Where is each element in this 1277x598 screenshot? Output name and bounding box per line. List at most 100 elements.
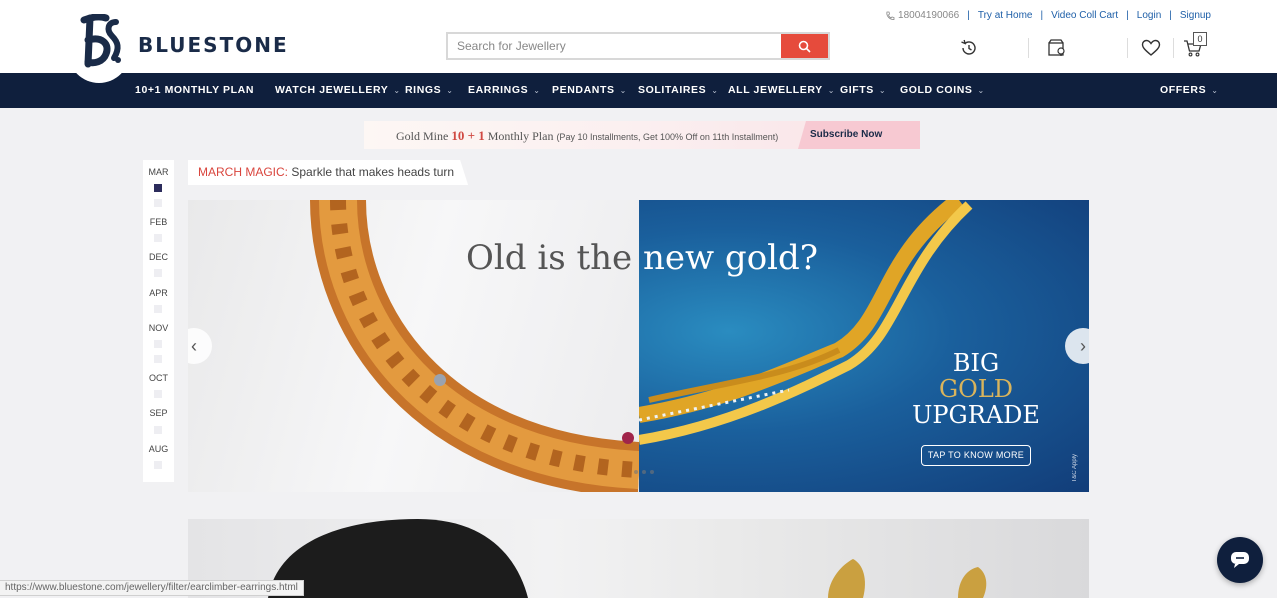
month-dot[interactable] [154,199,162,207]
month-dot[interactable] [154,234,162,242]
brand-logo[interactable] [68,10,130,83]
link-signup[interactable]: Signup [1180,10,1211,21]
promo-text: Gold Mine 10 + 1 Monthly Plan (Pay 10 In… [396,128,778,144]
month-dot[interactable] [154,269,162,277]
carousel-dot[interactable] [650,470,654,474]
nav-item-earrings[interactable]: EARRINGS ⌄ [468,73,541,108]
site-header: BLUESTONE 18004190066 | Try at Home | Vi… [0,0,1277,83]
chevron-down-icon: ⌄ [827,86,836,95]
divider [1127,38,1128,58]
chevron-down-icon: ⌄ [878,86,887,95]
nav-item-gold-coins[interactable]: GOLD COINS ⌄ [900,73,985,108]
headline-part-2: new gold? [643,238,819,278]
recently-viewed-button[interactable] [958,37,980,59]
month-dot-active[interactable] [154,184,162,192]
nav-item-solitaires[interactable]: SOLITAIRES ⌄ [638,73,719,108]
nav-label: ALL JEWELLERY [728,84,823,96]
link-try-at-home[interactable]: Try at Home [978,10,1033,21]
search-button[interactable] [781,34,828,58]
chevron-down-icon: ⌄ [1211,86,1219,95]
promo-highlight: 10 + 1 [451,128,485,143]
hero-banner[interactable]: Old is the new gold? BIG GOLD UPGRADE TA… [188,200,1089,492]
chevron-down-icon: ⌄ [533,86,541,95]
model-earrings-image [268,519,987,598]
wishlist-heart-icon [1141,39,1161,56]
month-label[interactable]: DEC [143,252,174,262]
store-locator-button[interactable] [1046,37,1068,59]
campaign-tagline: MARCH MAGIC: Sparkle that makes heads tu… [188,160,468,185]
divider: | [1126,10,1129,21]
search-bar [446,32,830,60]
nav-label: RINGS [405,84,442,96]
terms-note: T&C Apply [1072,454,1078,483]
nav-item-rings[interactable]: RINGS ⌄ [405,73,454,108]
subscribe-now-button[interactable]: Subscribe Now [798,121,920,149]
chat-support-button[interactable] [1217,537,1263,583]
store-locator-icon [1048,39,1065,56]
big-gold-upgrade-badge: BIG GOLD UPGRADE [908,350,1044,428]
chevron-left-icon: ‹ [191,335,197,356]
nav-item-pendants[interactable]: PENDANTS ⌄ [552,73,627,108]
phone-number: 18004190066 [898,10,960,21]
month-label[interactable]: APR [143,288,174,298]
month-dot[interactable] [154,340,162,348]
nav-label: 10+1 MONTHLY PLAN [135,84,255,96]
month-label[interactable]: AUG [143,444,174,454]
divider [1028,38,1029,58]
carousel-dot[interactable] [634,470,638,474]
divider: | [967,10,970,21]
month-label[interactable]: OCT [143,373,174,383]
chevron-down-icon: ⌄ [619,86,627,95]
monthly-plan-promo[interactable]: Gold Mine 10 + 1 Monthly Plan (Pay 10 In… [364,121,920,149]
secondary-banner[interactable] [188,519,1089,598]
phone-icon [886,11,895,20]
divider [1173,38,1174,58]
nav-label: OFFERS [1160,84,1207,96]
chevron-right-icon: › [1080,335,1086,356]
month-label[interactable]: NOV [143,323,174,333]
month-label[interactable]: SEP [143,408,174,418]
tap-to-know-more-button[interactable]: TAP TO KNOW MORE [921,445,1031,466]
link-video-call-cart[interactable]: Video Coll Cart [1051,10,1118,21]
phone-contact[interactable]: 18004190066 [885,10,959,21]
nav-item-watch-jewellery[interactable]: WATCH JEWELLERY ⌄ [275,73,401,108]
nav-item-gifts[interactable]: GIFTS ⌄ [840,73,886,108]
month-label[interactable]: MAR [143,167,174,177]
wishlist-button[interactable] [1140,37,1162,59]
cart-count-badge: 0 [1193,32,1207,46]
main-nav: 10+1 MONTHLY PLAN WATCH JEWELLERY ⌄ RINGS… [0,73,1277,108]
headline-part-1: Old is the [466,238,633,278]
month-dot[interactable] [154,305,162,313]
month-dot[interactable] [154,390,162,398]
search-input[interactable] [448,34,781,58]
link-login[interactable]: Login [1137,10,1161,21]
month-label[interactable]: FEB [143,217,174,227]
chat-icon [1231,552,1249,568]
status-bar-url: https://www.bluestone.com/jewellery/filt… [0,580,304,596]
month-selector: MAR FEB DEC APR NOV OCT SEP AUG [143,160,174,482]
month-dot[interactable] [154,461,162,469]
month-dot[interactable] [154,426,162,434]
chevron-down-icon: ⌄ [711,86,719,95]
top-links-bar: 18004190066 | Try at Home | Video Coll C… [885,10,1211,21]
bs-logo-icon [80,14,121,68]
nav-label: GOLD COINS [900,84,973,96]
month-dot[interactable] [154,355,162,363]
nav-item-offers[interactable]: OFFERS ⌄ [1160,73,1219,108]
nav-item-all-jewellery[interactable]: ALL JEWELLERY ⌄ [728,73,835,108]
carousel-dots [634,470,654,474]
subscribe-label: Subscribe Now [810,129,883,140]
campaign-title: MARCH MAGIC: [198,165,288,179]
promo-detail: (Pay 10 Installments, Get 100% Off on 11… [556,132,779,142]
brand-name[interactable]: BLUESTONE [138,33,289,57]
nav-item-monthly-plan[interactable]: 10+1 MONTHLY PLAN [135,73,254,108]
badge-line-2: GOLD [938,375,1014,403]
carousel-dot[interactable] [642,470,646,474]
divider: | [1169,10,1172,21]
divider: | [1040,10,1044,21]
nav-label: PENDANTS [552,84,615,96]
search-icon [798,40,811,53]
chevron-down-icon: ⌄ [977,86,985,95]
nav-label: GIFTS [840,84,874,96]
badge-line-1: BIG [952,349,1000,377]
